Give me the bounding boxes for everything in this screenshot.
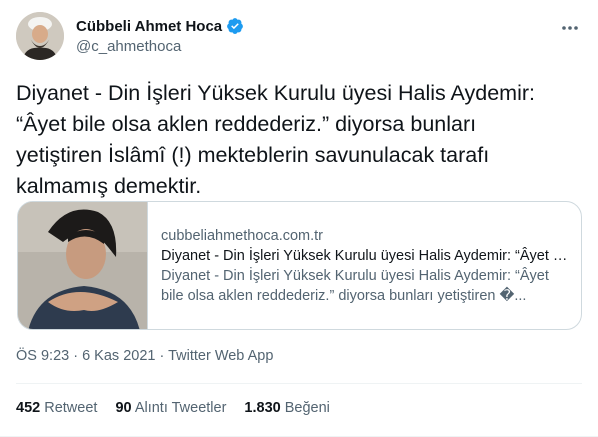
verified-badge-icon [226, 17, 244, 35]
link-description-line: Diyanet - Din İşleri Yüksek Kurulu üyesi… [161, 268, 549, 284]
tweet-text-line: yetiştiren İslâmî (!) mekteblerin savunu… [16, 143, 490, 167]
author-name-row: Cübbeli Ahmet Hoca [76, 17, 244, 35]
avatar-image [16, 12, 64, 60]
tweet-header: Cübbeli Ahmet Hoca @c_ahmethoca [16, 12, 582, 62]
link-description: Diyanet - Din İşleri Yüksek Kurulu üyesi… [161, 266, 569, 306]
tweet-source[interactable]: Twitter Web App [168, 348, 273, 364]
meta-separator: · [155, 348, 169, 364]
quote-tweets-stat[interactable]: 90 Alıntı Tweetler [115, 400, 226, 416]
link-title: Diyanet - Din İşleri Yüksek Kurulu üyesi… [161, 248, 569, 264]
retweets-stat[interactable]: 452 Retweet [16, 400, 97, 416]
author-name[interactable]: Cübbeli Ahmet Hoca [76, 18, 222, 35]
meta-separator: · [69, 348, 83, 364]
likes-stat[interactable]: 1.830 Beğeni [244, 400, 329, 416]
link-preview-card[interactable]: cubbeliahmethoca.com.tr Diyanet - Din İş… [17, 201, 582, 330]
tweet-text-line: kalmamış demektir. [16, 174, 202, 198]
author-handle[interactable]: @c_ahmethoca [76, 38, 181, 55]
likes-count: 1.830 [244, 400, 281, 416]
tweet-stats: 452 Retweet 90 Alıntı Tweetler 1.830 Beğ… [16, 400, 330, 416]
tweet-text: Diyanet - Din İşleri Yüksek Kurulu üyesi… [16, 78, 582, 202]
quote-tweets-count: 90 [115, 400, 132, 416]
tweet-time[interactable]: ÖS 9:23 [16, 348, 69, 364]
likes-label: Beğeni [284, 400, 330, 416]
retweets-label: Retweet [44, 400, 98, 416]
avatar[interactable] [16, 12, 64, 60]
tweet-text-line: “Âyet bile olsa aklen reddederiz.” diyor… [16, 112, 477, 136]
tweet-date[interactable]: 6 Kas 2021 [82, 348, 155, 364]
more-options-icon[interactable] [558, 16, 582, 40]
link-card-body: cubbeliahmethoca.com.tr Diyanet - Din İş… [161, 226, 569, 306]
divider [16, 383, 582, 384]
link-thumbnail [18, 202, 148, 329]
link-description-line: bile olsa aklen reddederiz.” diyorsa bun… [161, 288, 527, 304]
retweets-count: 452 [16, 400, 41, 416]
quote-tweets-label: Alıntı Tweetler [134, 400, 227, 416]
link-domain: cubbeliahmethoca.com.tr [161, 228, 323, 244]
tweet-text-line: Diyanet - Din İşleri Yüksek Kurulu üyesi… [16, 81, 535, 105]
tweet-meta: ÖS 9:23 · 6 Kas 2021 · Twitter Web App [16, 348, 273, 364]
